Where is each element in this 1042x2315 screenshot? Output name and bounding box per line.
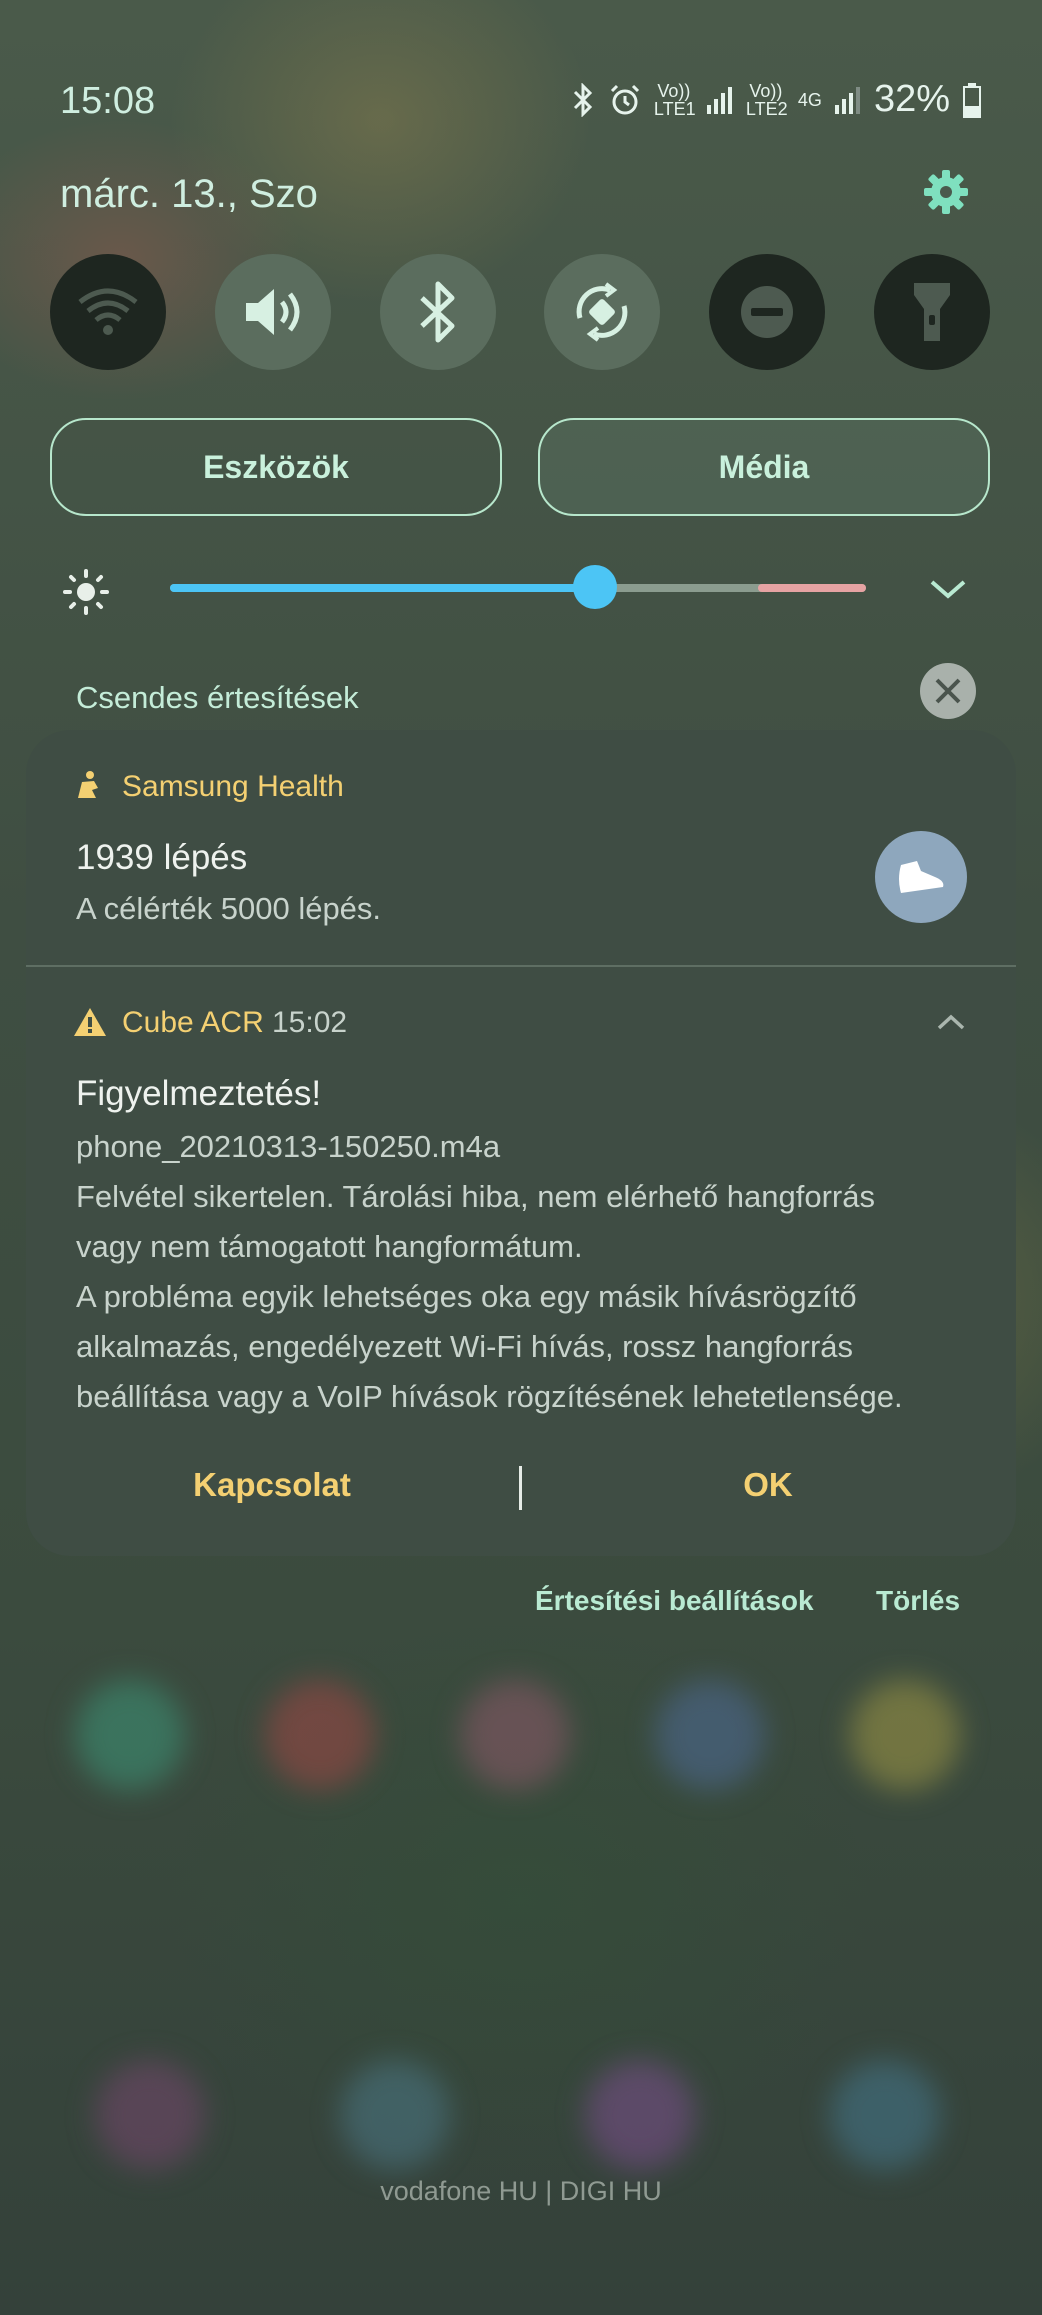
action-separator [519, 1466, 522, 1510]
health-app-name: Samsung Health [122, 770, 344, 803]
close-silent-button[interactable] [920, 663, 976, 719]
sound-icon [245, 289, 300, 335]
acr-line-2: Felvétel sikertelen. Tárolási hiba, nem … [76, 1179, 875, 1214]
battery-icon [963, 82, 981, 118]
blurred-app-icon [830, 2060, 940, 2170]
date-label: márc. 13., Szo [60, 172, 318, 216]
signal-icon [706, 86, 732, 114]
gear-icon[interactable] [922, 168, 970, 216]
shoe-icon [899, 861, 944, 893]
status-time: 15:08 [60, 80, 156, 122]
close-icon [935, 678, 961, 704]
bluetooth-toggle[interactable] [379, 254, 496, 370]
acr-line-3: vagy nem támogatott hangformátum. [76, 1229, 583, 1264]
blurred-app-icon [460, 1680, 570, 1790]
wifi-toggle[interactable] [50, 254, 166, 370]
notification-settings-button[interactable]: Értesítési beállítások [535, 1585, 814, 1617]
alarm-icon [610, 84, 639, 114]
acr-line-1: phone_20210313-150250.m4a [76, 1129, 501, 1164]
bluetooth-icon [419, 281, 455, 343]
chevron-down-icon[interactable] [928, 576, 968, 602]
network-type-label: 4G [797, 89, 822, 110]
auto-rotate-icon [577, 282, 628, 342]
acr-time: 15:02 [272, 1006, 348, 1039]
carrier-label: vodafone HU | DIGI HU [380, 2176, 662, 2206]
do-not-disturb-toggle[interactable] [709, 254, 826, 370]
health-text: A célérték 5000 lépés. [76, 891, 382, 926]
contact-button[interactable]: Kapcsolat [76, 1466, 468, 1504]
battery-percent: 32% [873, 78, 950, 120]
health-title[interactable]: 1939 lépés [76, 838, 247, 878]
do-not-disturb-icon [741, 286, 794, 338]
wifi-icon [78, 288, 138, 335]
acr-line-4: A probléma egyik lehetséges oka egy mási… [76, 1279, 857, 1314]
acr-app-name: Cube ACR [122, 1006, 264, 1039]
flashlight-icon [913, 283, 950, 341]
ok-button[interactable]: OK [572, 1466, 964, 1504]
acr-line-5: alkalmazás, engedélyezett Wi-Fi hívás, r… [76, 1329, 854, 1364]
brightness-icon [63, 569, 109, 615]
blurred-app-icon [585, 2060, 695, 2170]
blurred-app-icon [340, 2060, 450, 2170]
flashlight-toggle[interactable] [873, 254, 990, 370]
blurred-app-icon [655, 1680, 765, 1790]
status-icons: Vo)) LTE1 Vo)) LTE2 4G 32% [570, 78, 982, 121]
signal-icon [834, 86, 860, 114]
devices-button[interactable]: Eszközök [50, 418, 502, 516]
clear-all-button[interactable]: Törlés [876, 1585, 960, 1617]
brightness-slider-high-zone [758, 584, 866, 592]
brightness-slider-fill [170, 584, 595, 592]
samsung-health-icon [78, 771, 98, 798]
sim1-label: Vo)) LTE1 [653, 80, 696, 119]
brightness-slider-handle[interactable] [572, 565, 617, 609]
blurred-app-icon [75, 1680, 185, 1790]
bluetooth-status-icon [573, 82, 593, 117]
chevron-up-icon[interactable] [936, 1012, 966, 1032]
health-shoe-badge[interactable] [875, 831, 967, 923]
blurred-app-icon [265, 1680, 375, 1790]
blurred-app-icon [95, 2060, 205, 2170]
auto-rotate-toggle[interactable] [544, 254, 661, 370]
quick-settings-row [50, 254, 990, 370]
sim2-label: Vo)) LTE2 [745, 80, 788, 119]
warning-icon [74, 1008, 106, 1036]
notification-divider [26, 965, 1016, 967]
media-button[interactable]: Média [538, 418, 990, 516]
silent-notifications-label: Csendes értesítések [76, 680, 359, 715]
blurred-app-icon [850, 1680, 960, 1790]
acr-title[interactable]: Figyelmeztetés! [76, 1074, 321, 1114]
acr-line-6: beállítása vagy a VoIP hívások rögzítésé… [76, 1379, 903, 1414]
sound-toggle[interactable] [214, 254, 331, 370]
